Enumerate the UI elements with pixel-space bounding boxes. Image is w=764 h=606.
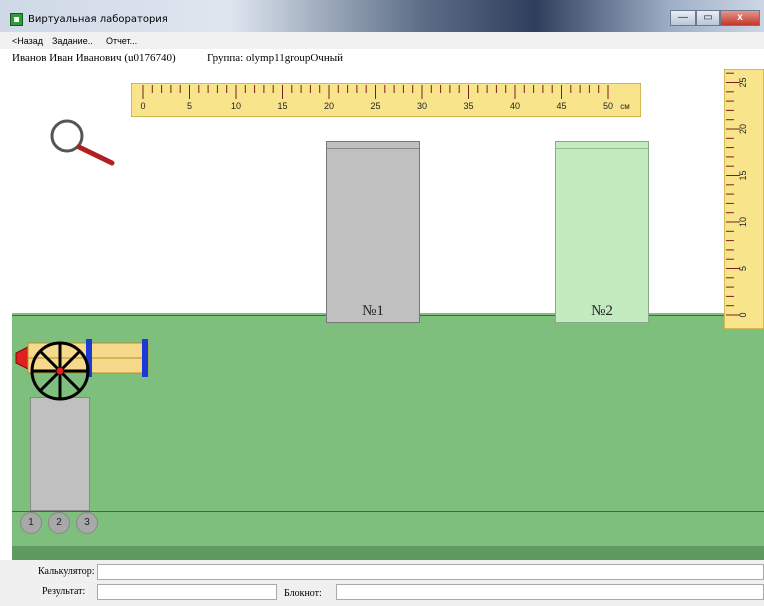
- lab-scene: 0 5 10 15 20 25 30 35 40 45 50 см 0 5 10 15 20 25 №1 №2: [12, 67, 764, 560]
- beaker-1-label: №1: [362, 303, 384, 319]
- ruler-tick-label: 35: [463, 101, 473, 111]
- horizontal-ruler[interactable]: 0 5 10 15 20 25 30 35 40 45 50 см: [131, 83, 641, 117]
- ruler-tick-label: 0: [140, 101, 145, 111]
- minimize-button[interactable]: —: [670, 10, 696, 26]
- result-label: Результат:: [42, 586, 86, 597]
- window-titlebar[interactable]: Виртуальная лаборатория — ▭ x: [0, 0, 764, 32]
- menu-report[interactable]: Отчет...: [106, 36, 137, 46]
- user-name: Иванов Иван Иванович (u0176740): [12, 52, 176, 64]
- beaker-2-rim: [556, 142, 648, 149]
- table-edge-lower: [12, 511, 764, 512]
- table-bottom-strip: [12, 546, 764, 560]
- ruler-tick-label: 45: [556, 101, 566, 111]
- beaker-1-rim: [327, 142, 419, 149]
- scale-button-3[interactable]: 3: [76, 512, 98, 534]
- ruler-tick-label: 10: [231, 101, 241, 111]
- scale-button-2[interactable]: 2: [48, 512, 70, 534]
- vruler-tick-label: 10: [738, 217, 748, 227]
- ruler-tick-label: 50: [603, 101, 613, 111]
- vruler-tick-label: 5: [738, 266, 748, 271]
- cannon[interactable]: [12, 335, 162, 407]
- notepad-label: Блокнот:: [284, 588, 322, 599]
- window-controls: — ▭ x: [670, 10, 760, 28]
- vruler-tick-label: 15: [738, 170, 748, 180]
- cannon-wheel: [30, 341, 90, 401]
- ruler-tick-label: 25: [370, 101, 380, 111]
- ruler-tick-label: 30: [417, 101, 427, 111]
- vruler-tick-label: 20: [738, 124, 748, 134]
- vertical-ruler[interactable]: 0 5 10 15 20 25: [724, 69, 764, 329]
- beaker-2[interactable]: №2: [555, 141, 649, 323]
- ruler-tick-label: 15: [277, 101, 287, 111]
- beaker-1[interactable]: №1: [326, 141, 420, 323]
- ruler-tick-label: 40: [510, 101, 520, 111]
- ruler-tick-label: 5: [187, 101, 192, 111]
- cannon-pedestal: [30, 397, 90, 511]
- beaker-2-label: №2: [591, 303, 613, 319]
- app-icon: [10, 13, 23, 26]
- scale-button-1[interactable]: 1: [20, 512, 42, 534]
- menu-task[interactable]: Задание..: [52, 36, 93, 46]
- calculator-input[interactable]: [97, 564, 764, 580]
- menu-bar: <Назад Задание.. Отчет...: [0, 32, 764, 49]
- ruler-tick-label: 20: [324, 101, 334, 111]
- user-info-bar: Иванов Иван Иванович (u0176740) Группа: …: [0, 49, 764, 67]
- result-field: [97, 584, 277, 600]
- notepad-input[interactable]: [336, 584, 764, 600]
- window-title: Виртуальная лаборатория: [28, 14, 168, 25]
- calculator-label: Калькулятор:: [38, 566, 95, 577]
- magnifier-icon[interactable]: [48, 117, 118, 167]
- bottom-panel: Калькулятор: Результат: Блокнот:: [0, 560, 764, 606]
- vruler-tick-label: 0: [738, 312, 748, 317]
- vruler-tick-label: 25: [738, 77, 748, 87]
- menu-back[interactable]: <Назад: [12, 36, 43, 46]
- maximize-button[interactable]: ▭: [696, 10, 720, 26]
- user-group: Группа: olymp11groupОчный: [207, 52, 343, 64]
- close-button[interactable]: x: [720, 10, 760, 26]
- ruler-unit-label: см: [620, 102, 630, 111]
